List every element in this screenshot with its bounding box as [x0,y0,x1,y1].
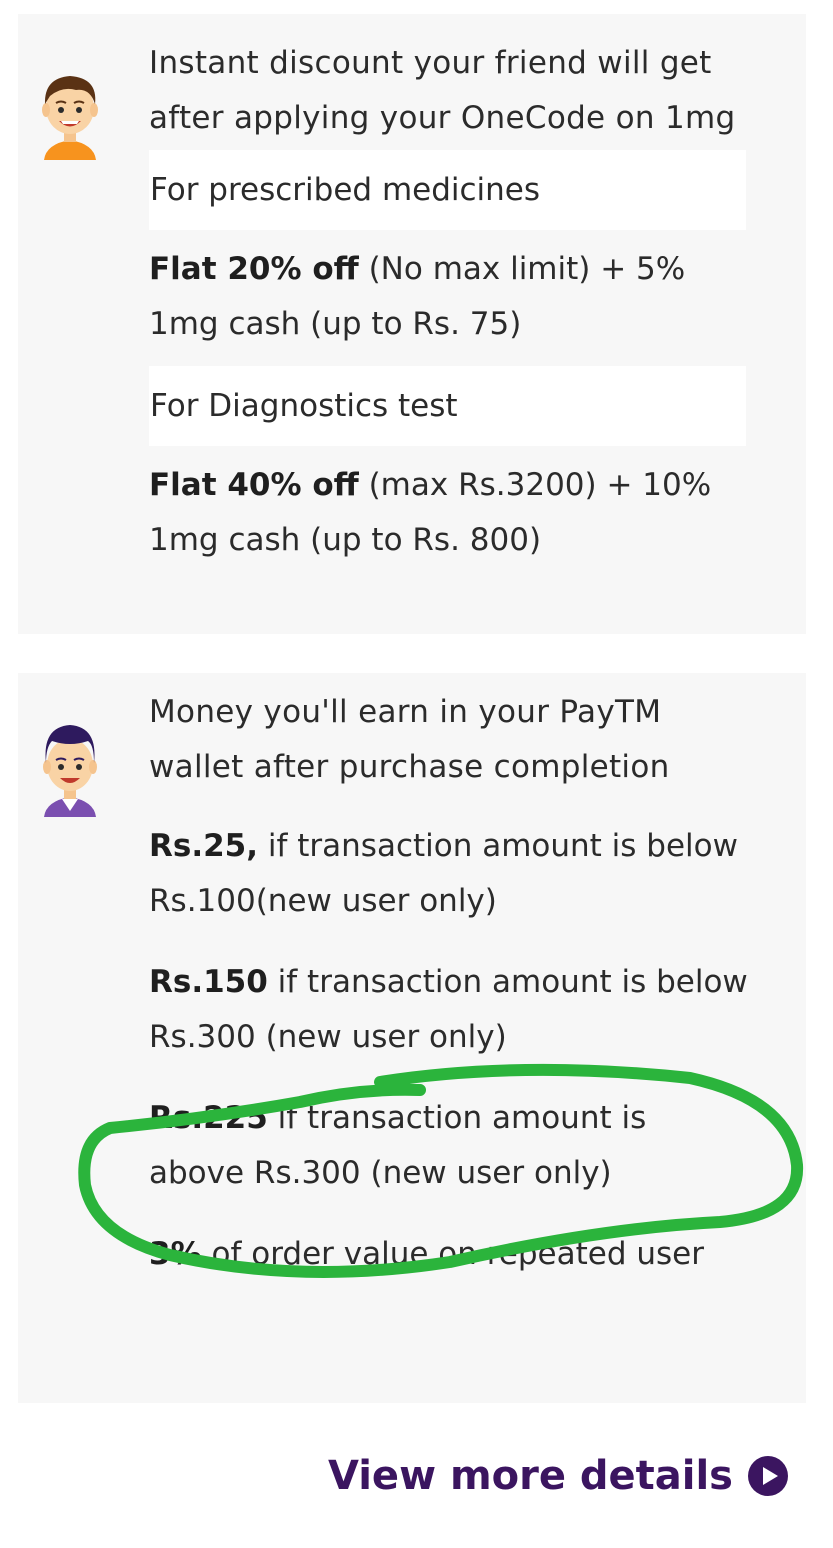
friend-discount-heading: Instant discount your friend will get af… [149,45,736,136]
view-more-details-link[interactable]: View more details [328,1448,789,1504]
earning-item: Rs.225 if transaction amount is above Rs… [149,1100,647,1191]
play-circle-icon [748,1456,788,1496]
earning-item: Rs.150 if transaction amount is below Rs… [149,964,748,1055]
diagnostics-test-label: For Diagnostics test [149,366,746,446]
friend-avatar-icon [42,76,98,160]
earner-avatar-icon [43,725,97,817]
wallet-earnings-content: Money you'll earn in your PayTM wallet a… [149,685,749,1282]
diagnostics-test-offer: Flat 40% off (max Rs.3200) + 10% 1mg cas… [149,467,712,558]
prescribed-medicines-label: For prescribed medicines [149,150,746,230]
earning-item: 3% of order value on repeated user [149,1236,704,1272]
prescribed-medicines-offer: Flat 20% off (No max limit) + 5% 1mg cas… [149,251,686,342]
wallet-earnings-heading: Money you'll earn in your PayTM wallet a… [149,694,670,785]
view-more-details-label: View more details [327,1453,733,1499]
friend-discount-content: Instant discount your friend will get af… [149,36,749,568]
earning-item: Rs.25, if transaction amount is below Rs… [149,828,738,919]
wallet-earnings-card: Money you'll earn in your PayTM wallet a… [18,673,806,1403]
friend-discount-card: Instant discount your friend will get af… [18,14,806,634]
